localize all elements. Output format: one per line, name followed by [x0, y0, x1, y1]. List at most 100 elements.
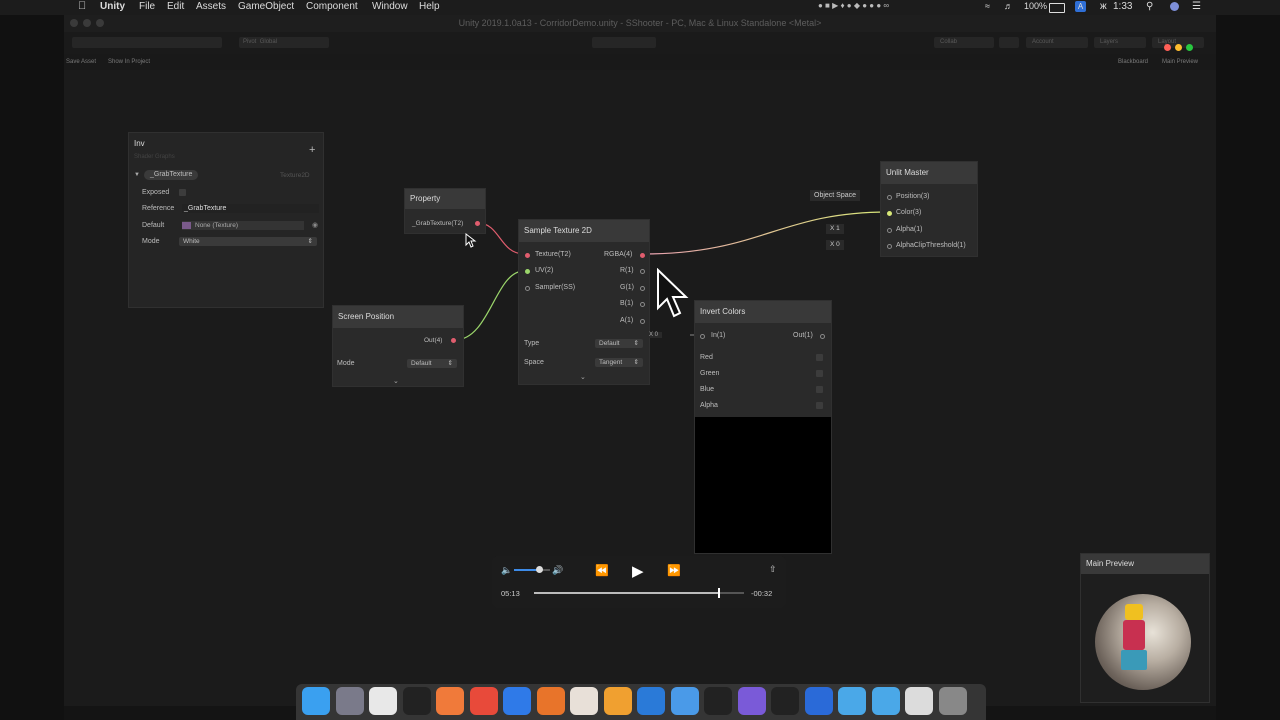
- clip-default-field[interactable]: X 0: [826, 240, 844, 250]
- visual-studio-icon[interactable]: [737, 687, 766, 715]
- grabtexture-output-port[interactable]: [475, 221, 480, 226]
- property-node[interactable]: Property _GrabTexture(T2): [404, 188, 486, 234]
- launchpad-icon[interactable]: [335, 687, 364, 715]
- rewind-icon[interactable]: ⏪: [595, 564, 609, 577]
- screen-position-mode-value: Default: [411, 360, 432, 367]
- texture-thumbnail-icon: [182, 222, 191, 229]
- document-icon[interactable]: [905, 687, 933, 715]
- preview-sphere[interactable]: [1095, 594, 1191, 690]
- b-output-port[interactable]: [640, 302, 645, 307]
- collapse-chevron-icon[interactable]: ⌄: [580, 373, 586, 381]
- progress-bar[interactable]: [534, 588, 744, 598]
- r-output-port[interactable]: [640, 269, 645, 274]
- mute-icon[interactable]: 🔈: [501, 565, 512, 576]
- dropdown-arrow-icon: ⇕: [633, 359, 639, 366]
- screen-position-mode-dropdown[interactable]: Default ⇕: [407, 359, 457, 368]
- slack-icon[interactable]: [570, 687, 598, 715]
- green-checkbox[interactable]: [816, 370, 823, 377]
- unity-icon-2[interactable]: [704, 687, 732, 715]
- space-dropdown[interactable]: Tangent ⇕: [595, 358, 643, 367]
- texture-input-port[interactable]: [525, 253, 530, 258]
- 1password-icon[interactable]: [804, 687, 833, 715]
- unlit-master-title: Unlit Master: [881, 162, 977, 184]
- unity-hub-icon[interactable]: [369, 687, 397, 715]
- mode-dropdown[interactable]: White ⇕: [179, 237, 317, 246]
- in-default-value[interactable]: X 0: [645, 332, 663, 338]
- blackboard-title: Inv: [134, 139, 145, 148]
- collapse-chevron-icon[interactable]: ⌄: [393, 377, 399, 385]
- share-icon[interactable]: ⇧: [769, 564, 777, 575]
- alpha-label: Alpha: [700, 402, 718, 409]
- sampler-input-port[interactable]: [525, 286, 530, 291]
- volume-max-icon[interactable]: 🔊: [552, 565, 563, 576]
- unity-icon[interactable]: [402, 687, 431, 715]
- sample-texture-2d-node[interactable]: Sample Texture 2D Texture(T2) UV(2) Samp…: [518, 219, 650, 385]
- fast-forward-icon[interactable]: ⏩: [667, 564, 681, 577]
- blue-checkbox[interactable]: [816, 386, 823, 393]
- type-dropdown[interactable]: Default ⇕: [595, 339, 643, 348]
- clip-input-port[interactable]: [887, 244, 892, 249]
- chrome-icon[interactable]: [469, 687, 498, 715]
- screen-position-node[interactable]: Screen Position Out(4) Mode Default ⇕ ⌄: [332, 305, 464, 387]
- folder-icon[interactable]: [838, 687, 866, 715]
- r-output-label: R(1): [620, 267, 634, 274]
- blue-label: Blue: [700, 386, 715, 393]
- a-output-port[interactable]: [640, 319, 645, 324]
- unity-icon-3[interactable]: [771, 687, 799, 715]
- color-input-port[interactable]: [887, 211, 892, 216]
- volume-slider[interactable]: [514, 566, 550, 573]
- trash-icon[interactable]: [938, 687, 967, 715]
- property-pill[interactable]: _GrabTexture: [144, 170, 199, 180]
- small-cursor-icon: [465, 233, 477, 248]
- main-preview-title: Main Preview: [1081, 554, 1209, 574]
- position-input-port[interactable]: [887, 195, 892, 200]
- expand-property-icon[interactable]: ▼: [134, 172, 140, 178]
- uv-input-port[interactable]: [525, 269, 530, 274]
- invert-colors-node[interactable]: Invert Colors In(1) Out(1) Red Green Blu…: [694, 300, 832, 554]
- main-preview-panel: Main Preview: [1080, 553, 1210, 703]
- folder-icon-2[interactable]: [871, 687, 900, 715]
- g-output-port[interactable]: [640, 286, 645, 291]
- alpha-input-port[interactable]: [887, 228, 892, 233]
- object-picker-icon[interactable]: ◉: [312, 221, 318, 229]
- dropdown-arrow-icon: ⇕: [633, 340, 639, 347]
- alpha-default-field[interactable]: X 1: [826, 224, 844, 234]
- remaining-time: -00:32: [751, 589, 773, 598]
- play-icon[interactable]: ▶: [632, 562, 644, 580]
- invert-preview: [695, 417, 831, 553]
- wire-rgba-to-color: [642, 211, 889, 255]
- color-input-label: Color(3): [896, 209, 922, 216]
- unlit-master-node[interactable]: Unlit Master Position(3) Color(3) Alpha(…: [880, 161, 978, 257]
- add-property-button[interactable]: +: [309, 144, 315, 156]
- dropdown-arrow-icon: ⇕: [447, 360, 453, 367]
- object-space-field[interactable]: Object Space: [810, 190, 861, 201]
- in-input-port[interactable]: [700, 334, 705, 339]
- volume-knob[interactable]: [536, 566, 544, 573]
- space-label: Space: [524, 359, 544, 366]
- exposed-checkbox[interactable]: [179, 189, 186, 196]
- space-value: Tangent: [599, 359, 623, 366]
- sampler-input-label: Sampler(SS): [535, 284, 576, 291]
- rgba-output-port[interactable]: [640, 253, 645, 258]
- character-legs-icon: [1121, 650, 1147, 670]
- green-label: Green: [700, 370, 720, 377]
- red-checkbox[interactable]: [816, 354, 823, 361]
- app-icon[interactable]: [603, 687, 632, 715]
- property-type: Texture2D: [280, 172, 310, 179]
- grabtexture-port-label: _GrabTexture(T2): [412, 220, 464, 227]
- character-body-icon: [1123, 620, 1145, 650]
- progress-playhead[interactable]: [717, 588, 720, 598]
- out-output-port[interactable]: [820, 334, 825, 339]
- firefox-icon[interactable]: [536, 687, 565, 715]
- alpha-checkbox[interactable]: [816, 402, 823, 409]
- a-output-label: A(1): [620, 317, 634, 324]
- maps-icon[interactable]: [503, 687, 531, 715]
- sublime-icon[interactable]: [436, 687, 464, 715]
- character-head-icon: [1125, 604, 1143, 620]
- screen-position-out-port[interactable]: [451, 338, 456, 343]
- reference-label: Reference: [142, 205, 175, 212]
- reference-field[interactable]: _GrabTexture: [182, 204, 319, 213]
- keynote-icon[interactable]: [670, 687, 699, 715]
- vscode-icon[interactable]: [637, 687, 665, 715]
- finder-icon[interactable]: [302, 687, 330, 715]
